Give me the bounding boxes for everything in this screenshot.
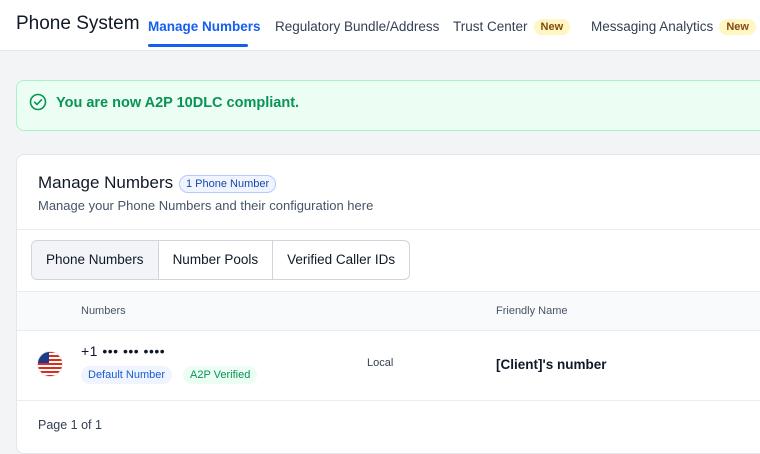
segment-verified-caller-ids[interactable]: Verified Caller IDs — [273, 241, 409, 279]
new-badge: New — [533, 19, 571, 35]
tab-trust-center[interactable]: Trust Center New — [453, 19, 571, 35]
phone-number-count-badge: 1 Phone Number — [179, 175, 277, 193]
top-navigation-bar: Phone System Manage Numbers Regulatory B… — [0, 0, 760, 51]
check-circle-icon — [29, 93, 47, 111]
divider — [17, 229, 760, 230]
tab-label: Regulatory Bundle/Address — [275, 19, 440, 34]
friendly-name: [Client]'s number — [496, 357, 607, 372]
table-row[interactable]: +1 ••• ••• •••• Default Number A2P Verif… — [17, 330, 760, 401]
card-title: Manage Numbers — [38, 173, 174, 192]
column-header-numbers: Numbers — [81, 305, 126, 317]
default-number-tag: Default Number — [81, 366, 173, 384]
segment-phone-numbers[interactable]: Phone Numbers — [32, 241, 159, 279]
tab-messaging-analytics[interactable]: Messaging Analytics New — [591, 19, 756, 35]
table-header: Numbers Friendly Name — [17, 291, 760, 331]
manage-numbers-card: Manage Numbers 1 Phone Number Manage you… — [16, 154, 760, 454]
compliance-message: You are now A2P 10DLC compliant. — [56, 95, 300, 111]
compliance-banner: You are now A2P 10DLC compliant. — [16, 80, 760, 131]
column-header-friendly-name: Friendly Name — [496, 305, 568, 317]
segment-number-pools[interactable]: Number Pools — [159, 241, 274, 279]
pagination-label: Page 1 of 1 — [38, 418, 102, 432]
tab-label: Trust Center — [453, 19, 528, 34]
active-tab-indicator — [148, 44, 248, 47]
app-title: Phone System — [16, 13, 140, 34]
tab-manage-numbers[interactable]: Manage Numbers — [148, 19, 261, 34]
number-type-segmented-control: Phone Numbers Number Pools Verified Call… — [31, 240, 411, 280]
card-subtitle: Manage your Phone Numbers and their conf… — [38, 198, 374, 213]
phone-number: +1 ••• ••• •••• — [81, 343, 166, 359]
new-badge: New — [719, 19, 756, 35]
a2p-verified-tag: A2P Verified — [183, 366, 258, 384]
tab-regulatory-bundle[interactable]: Regulatory Bundle/Address — [275, 19, 439, 34]
number-type: Local — [367, 357, 394, 369]
tab-label: Messaging Analytics — [591, 19, 714, 34]
tab-label: Manage Numbers — [148, 19, 261, 34]
us-flag-icon — [37, 351, 63, 377]
